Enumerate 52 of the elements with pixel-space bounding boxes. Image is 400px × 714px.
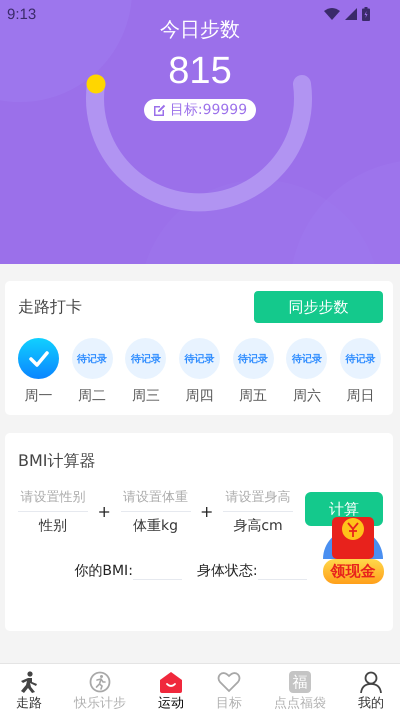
day-label: 周三 [132,387,160,405]
day-label: 周二 [78,387,106,405]
pending-badge: 待记录 [178,338,220,379]
signal-icon [345,8,357,20]
pending-badge: 待记录 [72,338,113,379]
result-label: 你的BMI: [74,562,133,580]
tab-label: 运动 [158,695,184,712]
goal-button[interactable]: 目标:99999 [144,99,256,121]
pending-badge: 待记录 [286,338,328,379]
battery-icon [362,7,370,21]
day-label: 周四 [185,387,214,405]
tab-label: 我的 [358,695,384,712]
input-field[interactable]: 请设置性别 [18,490,88,512]
day-label: 周六 [292,387,321,405]
input-field[interactable]: 请设置体重 [120,490,190,512]
plus-sign: + [199,502,214,521]
tab[interactable]: 走路 [16,671,42,712]
house-icon [159,671,183,693]
page-title: 今日步数 [160,16,240,43]
runner-icon [89,671,111,693]
heart-icon [217,671,241,693]
plus-sign: + [96,502,112,521]
pending-badge: 待记录 [232,338,274,379]
step-count: 815 [168,49,232,94]
tab-label: 走路 [16,695,42,712]
tab[interactable]: 目标 [216,671,242,712]
tab[interactable]: 福 点点福袋 [274,671,326,712]
wifi-icon [324,8,340,20]
walking-person-icon [18,671,40,693]
day-label: 周一 [24,387,52,405]
day-label: 周日 [346,387,374,405]
day-label: 周五 [239,387,268,405]
person-icon [359,671,383,693]
tab[interactable]: 我的 [358,671,384,712]
tab[interactable]: 运动 [158,671,184,712]
card-title: BMI计算器 [18,451,96,472]
pending-badge: 待记录 [340,338,381,379]
field-label: 性别 [39,517,67,535]
tab[interactable]: 快乐计步 [74,671,126,712]
field-label: 身高cm [233,517,283,535]
blessing-icon: 福 [289,671,311,693]
result-label: 身体状态: [196,562,258,580]
field-label: 体重kg [133,517,178,535]
tab-label: 点点福袋 [274,695,326,712]
input-field[interactable]: 请设置身高 [223,490,293,512]
sync-steps-button[interactable]: 同步步数 [254,291,383,323]
card-title: 走路打卡 [18,296,82,318]
pending-badge: 待记录 [125,338,166,379]
tab-label: 目标 [216,695,242,712]
tab-label: 快乐计步 [74,695,126,712]
status-time: 9:13 [7,6,36,22]
edit-icon [152,104,166,116]
